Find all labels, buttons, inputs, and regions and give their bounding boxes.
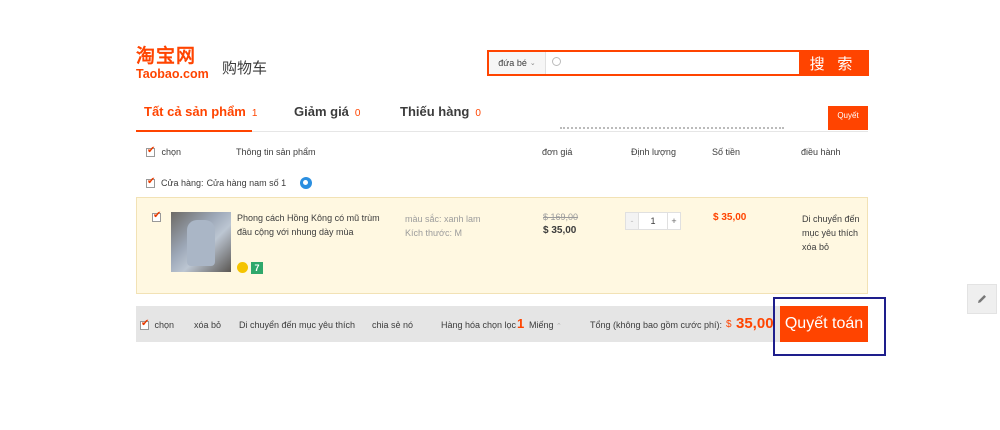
footer-select-all-checkbox[interactable] <box>140 318 149 331</box>
checkout-button[interactable]: Quyết toán <box>780 306 868 342</box>
total-label: Tổng (không bao gồm cước phí): <box>590 320 722 330</box>
selected-goods-label: Hàng hóa chọn lọc <box>441 320 517 330</box>
select-all-header[interactable]: chọn <box>146 145 182 158</box>
search-input-wrap <box>546 52 799 74</box>
search-bar: đứa bé ⌄ 搜 索 <box>487 50 869 76</box>
column-actions: điều hành <box>801 147 841 157</box>
footer-select-label: chọn <box>154 320 175 330</box>
tab-all-products[interactable]: Tất cả sản phẩm 1 <box>144 104 257 119</box>
selected-goods-unit[interactable]: Miếng ⌃ <box>529 320 562 330</box>
product-figure <box>187 220 215 266</box>
tab-discount[interactable]: Giảm giá 0 <box>294 104 360 119</box>
tab-label: Tất cả sản phẩm <box>144 104 246 119</box>
tab-count: 0 <box>354 108 361 119</box>
seven-day-return-icon: 7 <box>251 262 263 274</box>
footer-select-all[interactable]: chọn <box>140 318 175 331</box>
column-unit-price: đơn giá <box>542 147 573 157</box>
search-category-dropdown[interactable]: đứa bé ⌄ <box>489 52 546 74</box>
table-header: chọn Thông tin sản phẩm đơn giá Định lượ… <box>136 140 868 164</box>
search-input[interactable] <box>546 52 799 74</box>
delete-item-link[interactable]: xóa bỏ <box>802 240 872 254</box>
item-actions: Di chuyển đến mục yêu thích xóa bỏ <box>802 212 872 254</box>
cart-item: Phong cách Hồng Kông có mũ trùm đầu cộng… <box>136 197 868 294</box>
product-name-link[interactable]: Phong cách Hồng Kông có mũ trùm đầu cộng… <box>237 211 397 239</box>
select-all-checkbox[interactable] <box>146 145 155 158</box>
active-tab-underline <box>136 130 252 132</box>
divider-dotted <box>560 127 784 131</box>
shop-row: Cửa hàng: Cửa hàng nam số 1 <box>146 176 313 189</box>
product-image[interactable] <box>171 212 231 272</box>
column-quantity: Định lượng <box>631 147 676 157</box>
current-price: $ 35,00 <box>543 225 577 236</box>
shop-checkbox[interactable] <box>146 176 155 188</box>
chevron-down-icon: ⌄ <box>529 60 536 67</box>
total-currency: $ <box>726 319 732 330</box>
shop-label: Cửa hàng: <box>161 178 204 188</box>
footer-delete-link[interactable]: xóa bỏ <box>194 320 221 330</box>
unit-label: Miếng <box>529 320 554 330</box>
search-category-label: đứa bé <box>498 58 527 68</box>
search-button[interactable]: 搜 索 <box>799 52 867 74</box>
top-checkout-button[interactable]: Quyết <box>828 106 868 130</box>
edit-button[interactable] <box>967 284 997 314</box>
tab-label: Thiếu hàng <box>400 104 470 119</box>
logo-chinese: 淘宝网 <box>136 45 197 67</box>
page-title: 购物车 <box>222 59 268 77</box>
footer-move-to-favorites-link[interactable]: Di chuyển đến mục yêu thích <box>239 320 355 330</box>
shop-name-link[interactable]: Cửa hàng nam số 1 <box>207 178 287 188</box>
total-amount: 35,00 <box>736 315 774 332</box>
product-size: Kích thước: M <box>405 228 462 238</box>
pencil-icon <box>978 295 986 303</box>
tab-count: 1 <box>251 108 258 119</box>
item-checkbox[interactable] <box>152 210 161 222</box>
original-price: $ 169,00 <box>543 212 579 222</box>
chat-icon[interactable] <box>300 177 313 189</box>
quantity-decrease-button[interactable]: - <box>625 212 639 230</box>
move-to-favorites-link[interactable]: Di chuyển đến mục yêu thích <box>802 212 872 240</box>
selected-goods-count: 1 <box>517 316 525 331</box>
select-all-label: chọn <box>161 147 182 157</box>
column-amount: Số tiền <box>712 147 741 157</box>
quantity-input[interactable]: 1 <box>639 212 667 230</box>
tab-label: Giảm giá <box>294 104 349 119</box>
product-properties: màu sắc: xanh lam Kích thước: M <box>405 212 481 240</box>
logo-english: Taobao.com <box>136 67 209 81</box>
quantity-stepper: - 1 + <box>625 212 681 230</box>
item-subtotal: $ 35,00 <box>713 212 747 223</box>
bulb-icon <box>237 262 248 273</box>
tab-count: 0 <box>475 108 481 119</box>
column-product-info: Thông tin sản phẩm <box>236 147 316 157</box>
chevron-up-icon: ⌃ <box>556 323 562 330</box>
footer-share-link[interactable]: chia sẻ nó <box>372 320 413 330</box>
product-color: màu sắc: xanh lam <box>405 214 481 224</box>
checkout-bar: chọn xóa bỏ Di chuyển đến mục yêu thích … <box>136 306 868 342</box>
search-icon <box>552 57 561 66</box>
tab-out-of-stock[interactable]: Thiếu hàng 0 <box>400 104 481 119</box>
quantity-increase-button[interactable]: + <box>667 212 681 230</box>
taobao-logo[interactable]: 淘宝网 Taobao.com <box>136 45 216 82</box>
product-badges: 7 <box>237 262 263 274</box>
